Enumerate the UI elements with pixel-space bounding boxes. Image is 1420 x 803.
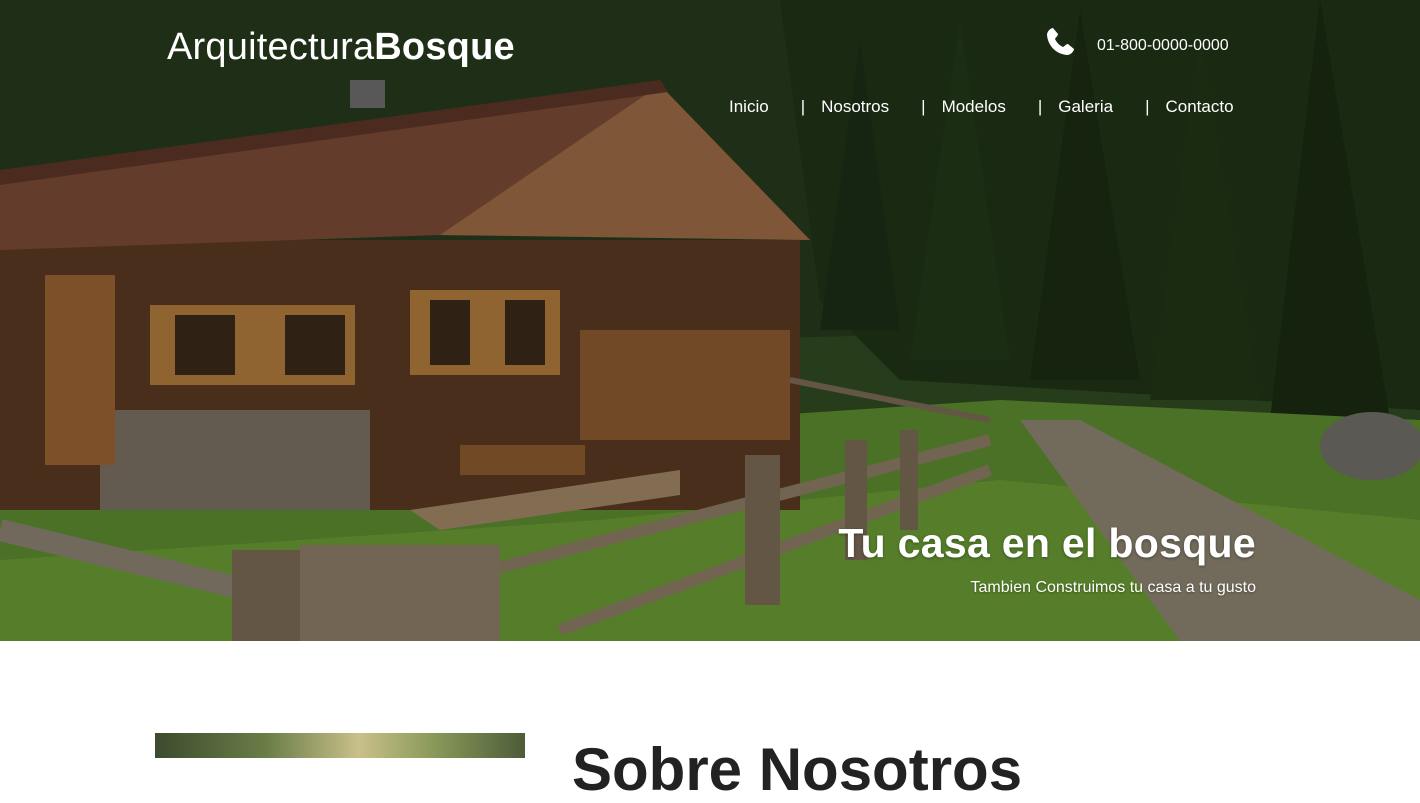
phone-icon [1044,26,1076,58]
phone-contact[interactable]: 01-800-0000-0000 [1044,26,1229,58]
hero-headline: Tu casa en el bosque Tambien Construimos… [838,520,1256,597]
hero-banner: ArquitecturaBosque 01-800-0000-0000 Inic… [0,0,1420,641]
nav-separator: | [1145,97,1150,116]
logo-text-light: Arquitectura [167,26,375,68]
site-logo[interactable]: ArquitecturaBosque [167,26,515,69]
main-navigation: Inicio | Nosotros | Modelos | Galeria | … [729,97,1234,117]
nav-separator: | [800,97,806,116]
nav-item-nosotros[interactable]: Nosotros [821,97,889,117]
logo-text-bold: Bosque [374,26,515,68]
nav-item-galeria[interactable]: Galeria [1058,97,1113,117]
nav-separator: | [1037,97,1043,116]
hero-subtitle: Tambien Construimos tu casa a tu gusto [970,579,1256,596]
nav-separator: | [921,97,926,116]
about-image [155,733,525,758]
nav-item-inicio[interactable]: Inicio [729,97,769,117]
section-title: Sobre Nosotros [572,736,1023,803]
nav-item-modelos[interactable]: Modelos [942,97,1006,117]
phone-number: 01-800-0000-0000 [1097,37,1229,54]
hero-title: Tu casa en el bosque [838,520,1256,566]
nav-item-contacto[interactable]: Contacto [1165,97,1233,117]
